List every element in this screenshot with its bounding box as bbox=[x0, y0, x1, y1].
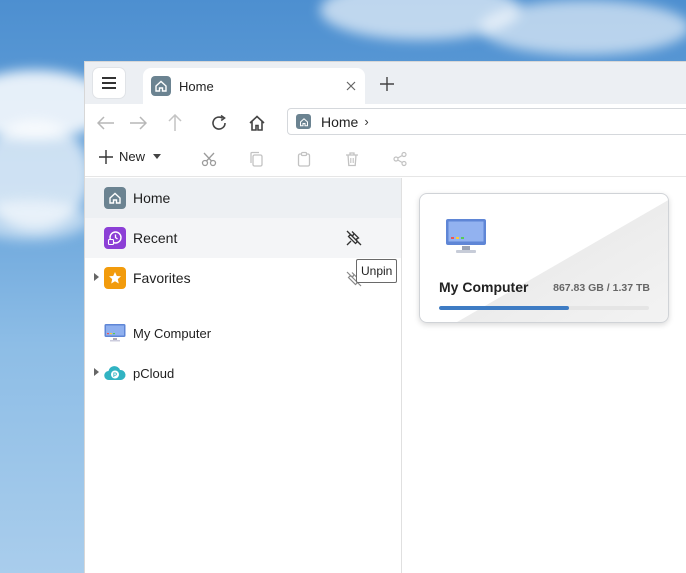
arrow-up-icon[interactable] bbox=[164, 112, 186, 134]
sidebar-item-label: Favorites bbox=[133, 270, 191, 286]
arrow-right-icon[interactable] bbox=[127, 112, 149, 134]
content-area: My Computer 867.83 GB / 1.37 TB bbox=[403, 178, 686, 573]
hamburger-icon bbox=[102, 77, 116, 89]
address-bar[interactable]: Home › bbox=[287, 108, 686, 135]
expand-arrow-icon[interactable] bbox=[94, 273, 99, 281]
sidebar-item-my-computer[interactable]: My Computer bbox=[85, 313, 401, 353]
file-manager-window: Home Home › New Home Recent Favorites My… bbox=[84, 61, 686, 573]
plus-icon bbox=[380, 77, 394, 91]
cloud-icon: P bbox=[104, 362, 126, 384]
drive-size-text: 867.83 GB / 1.37 TB bbox=[553, 282, 650, 294]
sidebar-item-recent[interactable]: Recent bbox=[85, 218, 401, 258]
storage-progress-bar bbox=[439, 306, 649, 310]
breadcrumb-home[interactable]: Home bbox=[321, 114, 358, 130]
command-toolbar: New bbox=[85, 140, 686, 177]
sidebar-item-pcloud[interactable]: P pCloud bbox=[85, 353, 401, 393]
expand-arrow-icon[interactable] bbox=[94, 368, 99, 376]
home-icon bbox=[104, 187, 126, 209]
tab-label: Home bbox=[179, 78, 214, 94]
new-button-label: New bbox=[119, 149, 146, 164]
new-button[interactable]: New bbox=[99, 149, 162, 164]
scissors-icon[interactable] bbox=[200, 150, 218, 168]
navigation-pane: Home Recent Favorites My Computer P pClo… bbox=[85, 178, 402, 573]
arrow-left-icon[interactable] bbox=[95, 112, 117, 134]
home-icon bbox=[151, 76, 171, 96]
unpin-icon[interactable] bbox=[345, 229, 363, 247]
clock-icon bbox=[104, 227, 126, 249]
star-icon bbox=[104, 267, 126, 289]
navigation-bar: Home › bbox=[85, 104, 686, 140]
drive-title: My Computer bbox=[439, 279, 529, 295]
sidebar-item-label: Home bbox=[133, 190, 171, 206]
chevron-down-icon bbox=[153, 154, 162, 159]
close-icon[interactable] bbox=[343, 78, 359, 94]
drive-card-my-computer[interactable]: My Computer 867.83 GB / 1.37 TB bbox=[419, 193, 669, 323]
plus-icon bbox=[99, 149, 113, 164]
paste-icon[interactable] bbox=[295, 150, 313, 168]
refresh-icon[interactable] bbox=[208, 112, 230, 134]
share-icon[interactable] bbox=[391, 150, 409, 168]
trash-icon[interactable] bbox=[343, 150, 361, 168]
svg-text:P: P bbox=[113, 373, 117, 379]
new-tab-button[interactable] bbox=[377, 74, 397, 94]
tab-bar: Home bbox=[85, 62, 686, 104]
sidebar-item-label: pCloud bbox=[133, 365, 175, 381]
home-icon bbox=[296, 114, 311, 129]
menu-button[interactable] bbox=[93, 68, 125, 98]
copy-icon[interactable] bbox=[247, 150, 265, 168]
storage-progress-fill bbox=[439, 306, 570, 310]
sidebar-item-home[interactable]: Home bbox=[85, 178, 401, 218]
tab-home[interactable]: Home bbox=[143, 68, 365, 104]
monitor-icon bbox=[104, 322, 126, 344]
sidebar-item-favorites[interactable]: Favorites bbox=[85, 258, 401, 298]
sidebar-item-label: Recent bbox=[133, 230, 178, 246]
unpin-tooltip: Unpin bbox=[356, 259, 398, 283]
home-icon[interactable] bbox=[246, 112, 268, 134]
monitor-icon bbox=[438, 210, 494, 264]
breadcrumb-separator[interactable]: › bbox=[364, 114, 368, 129]
sidebar-item-label: My Computer bbox=[133, 325, 212, 341]
